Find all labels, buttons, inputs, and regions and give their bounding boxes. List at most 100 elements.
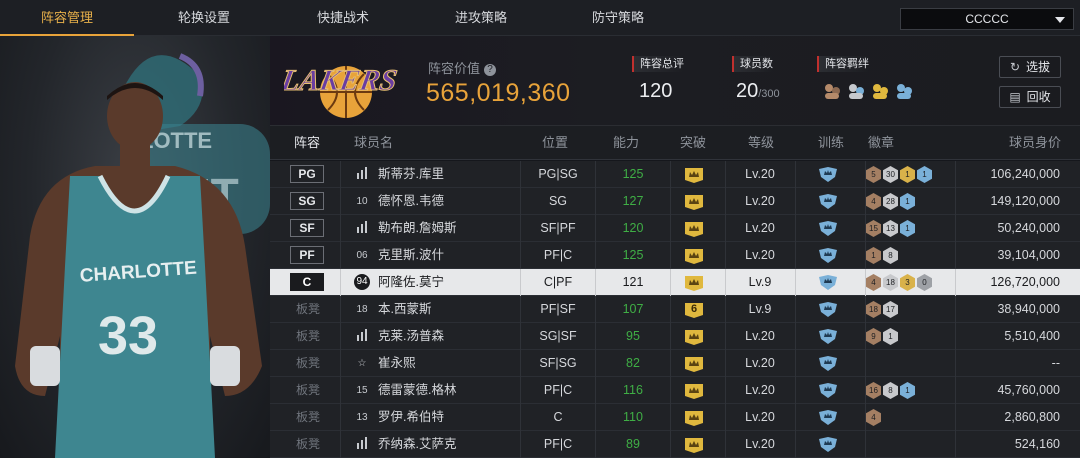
tab-lineup-management[interactable]: 阵容管理 (0, 0, 134, 36)
player-name[interactable]: 本.西蒙斯 (378, 296, 431, 323)
training-shield-icon[interactable] (818, 356, 838, 371)
lineup-bond-label: 阵容羁绊 (817, 56, 869, 72)
col-position: 位置 (542, 135, 569, 150)
recycle-button[interactable]: ▤ 回收 (999, 86, 1061, 108)
tab-rotation-settings[interactable]: 轮换设置 (134, 0, 274, 36)
column-divider (520, 431, 521, 458)
column-divider (670, 242, 671, 269)
player-level: Lv.20 (745, 194, 775, 208)
bench-slot: 板凳 (296, 302, 321, 316)
badge-icon: 15 (866, 220, 881, 237)
training-shield-icon[interactable] (818, 410, 838, 425)
tab-offense-strategy[interactable]: 进攻策略 (412, 0, 550, 36)
table-row[interactable]: 板凳 乔纳森.艾萨克 PF|C 89 Lv.20 524,160 (270, 431, 1080, 458)
player-position: C|PF (543, 275, 573, 289)
player-level: Lv.20 (745, 410, 775, 424)
column-divider (520, 350, 521, 377)
training-shield-icon[interactable] (818, 329, 838, 344)
table-row[interactable]: PG 斯蒂芬.库里 PG|SG 125 Lv.20 5 30 1 1 106,240,000 (270, 161, 1080, 188)
player-level: Lv.20 (745, 167, 775, 181)
crown-icon (684, 248, 704, 264)
player-name[interactable]: 阿隆佐.莫宁 (378, 269, 444, 296)
player-value: 524,160 (1014, 437, 1060, 451)
badge-list: 18 17 (866, 301, 898, 318)
lineup-slot: C (290, 273, 324, 291)
table-row[interactable]: SG 10 德怀恩.韦德 SG 127 Lv.20 4 28 1 149,120,000 (270, 188, 1080, 215)
lineup-slot: SG (290, 192, 324, 210)
lineup-slot: PG (290, 165, 324, 183)
column-divider (865, 431, 866, 458)
player-name[interactable]: 斯蒂芬.库里 (378, 161, 444, 188)
svg-text:33: 33 (98, 306, 158, 366)
scout-button[interactable]: ↻ 选拔 (999, 56, 1061, 78)
table-row[interactable]: 板凳 18 本.西蒙斯 PF|SF 107 6 Lv.9 18 17 38,940,000 (270, 296, 1080, 323)
overall-rating-value: 120 (639, 80, 673, 102)
col-player-name: 球员名 (354, 135, 394, 150)
bond-icon[interactable] (822, 82, 842, 100)
table-row[interactable]: 板凳 克莱.汤普森 SG|SF 95 Lv.20 9 1 5,510,400 (270, 323, 1080, 350)
badge-icon: 0 (917, 274, 932, 291)
badge-icon: 1 (917, 166, 932, 183)
bench-slot: 板凳 (296, 329, 321, 343)
player-name[interactable]: 乔纳森.艾萨克 (378, 431, 456, 458)
table-row[interactable]: 板凳 13 罗伊.希伯特 C 110 Lv.20 4 2,860,800 (270, 404, 1080, 431)
col-breakthrough: 突破 (680, 135, 707, 150)
col-player-value: 球员身价 (1009, 135, 1062, 150)
column-divider (340, 377, 341, 404)
jersey-number: 06 (356, 250, 368, 261)
player-name[interactable]: 罗伊.希伯特 (378, 404, 444, 431)
column-divider (520, 296, 521, 323)
lineup-select[interactable]: CCCCC (900, 8, 1074, 30)
lineup-bond-icons[interactable] (822, 82, 914, 100)
player-name[interactable]: 克里斯.波什 (378, 242, 444, 269)
training-shield-icon[interactable] (818, 221, 838, 236)
training-shield-icon[interactable] (818, 302, 838, 317)
badge-icon: 8 (883, 382, 898, 399)
player-position: SG|SF (539, 329, 577, 343)
bond-icon[interactable] (870, 82, 890, 100)
player-name[interactable]: 克莱.汤普森 (378, 323, 444, 350)
top-tab-bar: 阵容管理 轮换设置 快捷战术 进攻策略 防守策略 CCCCC (0, 0, 1080, 36)
training-shield-icon[interactable] (818, 167, 838, 182)
table-row[interactable]: 板凳 15 德雷蒙德.格林 PF|C 116 Lv.20 16 8 1 45,760,000 (270, 377, 1080, 404)
badge-icon: 4 (866, 193, 881, 210)
badge-list: 15 13 1 (866, 220, 915, 237)
bond-icon[interactable] (894, 82, 914, 100)
training-shield-icon[interactable] (818, 248, 838, 263)
player-name[interactable]: 德怀恩.韦德 (378, 188, 444, 215)
column-divider (670, 188, 671, 215)
tab-quick-tactics[interactable]: 快捷战术 (274, 0, 412, 36)
lineup-slot: PF (290, 246, 324, 264)
bench-slot: 板凳 (296, 437, 321, 451)
table-row[interactable]: C 94 阿隆佐.莫宁 C|PF 121 Lv.9 4 18 3 0 126,720,000 (270, 269, 1080, 296)
training-shield-icon[interactable] (818, 194, 838, 209)
column-divider (340, 188, 341, 215)
bond-icon[interactable] (846, 82, 866, 100)
player-name[interactable]: 勒布朗.詹姆斯 (378, 215, 456, 242)
training-shield-icon[interactable] (818, 275, 838, 290)
help-icon[interactable]: ? (484, 64, 497, 76)
badge-list: 5 30 1 1 (866, 166, 932, 183)
tab-defense-strategy[interactable]: 防守策略 (550, 0, 686, 36)
column-divider (520, 377, 521, 404)
jersey-number: 94 (354, 274, 370, 290)
player-ability: 107 (622, 302, 644, 316)
crown-icon (684, 437, 704, 453)
player-name[interactable]: 德雷蒙德.格林 (378, 377, 456, 404)
training-shield-icon[interactable] (818, 383, 838, 398)
column-divider (520, 188, 521, 215)
table-row[interactable]: SF 勒布朗.詹姆斯 SF|PF 120 Lv.20 15 13 1 50,240,000 (270, 215, 1080, 242)
badge-icon: 28 (883, 193, 898, 210)
table-row[interactable]: PF 06 克里斯.波什 PF|C 125 Lv.20 1 8 39,104,000 (270, 242, 1080, 269)
column-divider (795, 269, 796, 296)
training-shield-icon[interactable] (818, 437, 838, 452)
column-divider (340, 269, 341, 296)
player-level: Lv.20 (745, 248, 775, 262)
table-row[interactable]: 板凳 ☆ 崔永熙 SF|SG 82 Lv.20 -- (270, 350, 1080, 377)
player-level: Lv.9 (748, 275, 772, 289)
column-divider (670, 350, 671, 377)
player-name[interactable]: 崔永熙 (378, 350, 416, 377)
badge-icon: 8 (883, 247, 898, 264)
badge-list: 18 (866, 247, 898, 264)
jersey-number: 15 (356, 385, 368, 396)
